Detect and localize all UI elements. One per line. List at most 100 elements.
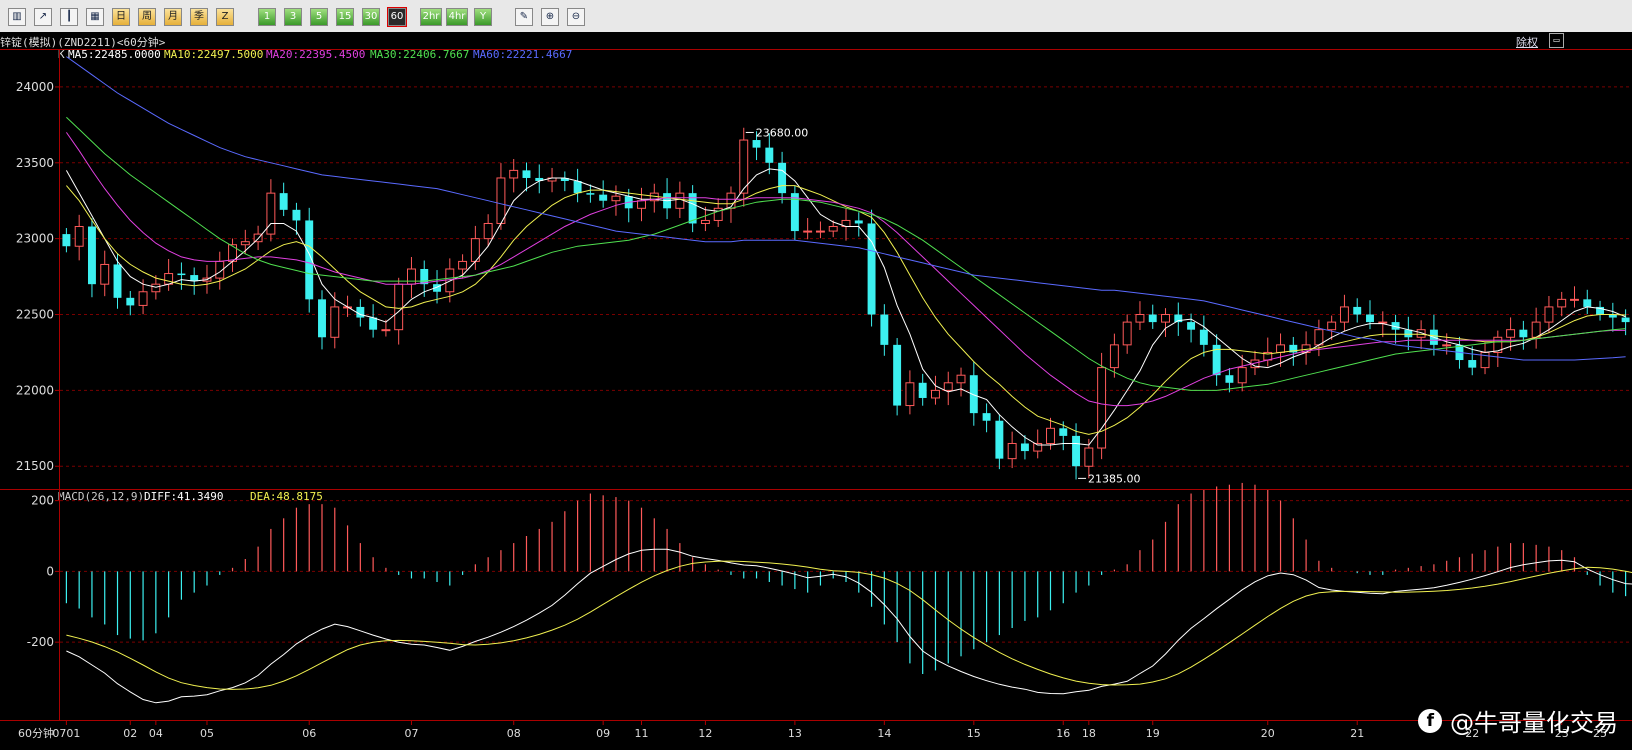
candle-body bbox=[1161, 314, 1170, 323]
candle-body bbox=[1084, 447, 1094, 467]
candle-body bbox=[228, 244, 237, 262]
candle-body bbox=[100, 263, 110, 285]
x-tick-label: 09 bbox=[596, 727, 610, 740]
candle-body bbox=[433, 284, 441, 292]
interval-button[interactable]: 30 bbox=[362, 8, 380, 26]
candle-body bbox=[1531, 321, 1541, 338]
x-tick-label: 08 bbox=[507, 727, 521, 740]
candle-body bbox=[624, 196, 633, 209]
candlestick-icon[interactable]: ┃ bbox=[60, 8, 78, 26]
candle-body bbox=[1391, 322, 1400, 330]
candle-body bbox=[1570, 298, 1579, 301]
candle-body bbox=[956, 374, 966, 384]
candle-body bbox=[279, 193, 288, 210]
candle-body bbox=[969, 375, 978, 414]
candle-body bbox=[394, 283, 404, 331]
candle-body bbox=[1174, 314, 1183, 323]
candle-body bbox=[918, 382, 927, 398]
candle-body bbox=[1237, 367, 1247, 384]
candle-body bbox=[867, 223, 876, 315]
candle-body bbox=[305, 220, 314, 300]
candle-body bbox=[522, 170, 531, 178]
dea-line bbox=[66, 560, 1632, 690]
ma-line-ma60 bbox=[66, 56, 1626, 361]
candle-body bbox=[1135, 314, 1145, 323]
candle-body bbox=[765, 147, 774, 163]
x-tick-label: 15 bbox=[967, 727, 981, 740]
candle-body bbox=[1429, 329, 1438, 345]
x-tick-label: 02 bbox=[123, 727, 137, 740]
ma-line-ma30 bbox=[66, 116, 1626, 391]
candle-body bbox=[1122, 321, 1132, 346]
period-button[interactable]: 季 bbox=[190, 8, 208, 26]
candle-body bbox=[113, 264, 122, 298]
candle-body bbox=[713, 207, 723, 221]
candle-body bbox=[1007, 442, 1017, 460]
bar-chart-icon[interactable]: ▥ bbox=[8, 8, 26, 26]
candle-body bbox=[253, 233, 263, 243]
candle-body bbox=[1301, 344, 1311, 353]
period-button[interactable]: 月 bbox=[164, 8, 182, 26]
x-tick-label: 11 bbox=[635, 727, 649, 740]
candle-body bbox=[803, 230, 813, 233]
x-tick-label: 0701 bbox=[52, 727, 80, 740]
line-chart-icon[interactable]: ↗ bbox=[34, 8, 52, 26]
candle-body bbox=[483, 222, 493, 240]
candle-body bbox=[509, 169, 519, 179]
candle-body bbox=[943, 382, 953, 391]
candle-body bbox=[1148, 314, 1157, 323]
candle-body bbox=[535, 177, 544, 181]
interval-button[interactable]: 5 bbox=[310, 8, 328, 26]
candle-body bbox=[1621, 317, 1630, 323]
candle-body bbox=[547, 177, 557, 182]
candle-body bbox=[1339, 306, 1349, 323]
calendar-icon[interactable]: ▦ bbox=[86, 8, 104, 26]
interval-button[interactable]: 3 bbox=[284, 8, 302, 26]
zoom-out-icon[interactable]: ⊖ bbox=[567, 8, 585, 26]
candle-body bbox=[381, 329, 391, 332]
candle-body bbox=[688, 193, 697, 224]
candle-body bbox=[470, 238, 480, 262]
y-tick-label: -200 bbox=[27, 635, 54, 649]
period-button[interactable]: 周 bbox=[138, 8, 156, 26]
candle-body bbox=[752, 140, 761, 148]
candle-body bbox=[1468, 360, 1477, 368]
candle-body bbox=[1366, 314, 1374, 323]
interval-button[interactable]: 15 bbox=[336, 8, 354, 26]
candle-body bbox=[1225, 375, 1234, 383]
x-tick-label: 06 bbox=[302, 727, 316, 740]
period-button[interactable]: Z bbox=[216, 8, 234, 26]
candle-body bbox=[1480, 351, 1490, 369]
candle-body bbox=[151, 283, 161, 293]
candle-body bbox=[815, 230, 825, 233]
candle-body bbox=[1187, 322, 1196, 330]
legend-ma10: MA10:22497.5000 bbox=[164, 48, 264, 61]
y-tick-label: 23000 bbox=[16, 232, 54, 246]
candle-body bbox=[1276, 344, 1285, 353]
candle-body bbox=[1250, 359, 1260, 369]
interval-button[interactable]: Y bbox=[474, 8, 492, 26]
interval-button[interactable]: 2hr bbox=[420, 8, 442, 26]
candle-body bbox=[1353, 306, 1362, 315]
candle-body bbox=[880, 314, 889, 345]
x-tick-label: 14 bbox=[877, 727, 891, 740]
edit-icon[interactable]: ✎ bbox=[515, 8, 533, 26]
candle-body bbox=[611, 195, 621, 202]
watermark-text: @牛哥量化交易 bbox=[1450, 709, 1618, 737]
zoom-in-icon[interactable]: ⊕ bbox=[541, 8, 559, 26]
y-tick-label: 23500 bbox=[16, 156, 54, 170]
candle-body bbox=[1059, 428, 1068, 436]
interval-button[interactable]: 4hr bbox=[446, 8, 468, 26]
adjust-button[interactable]: 除权 bbox=[1516, 34, 1538, 50]
collapse-icon[interactable]: ▭ bbox=[1549, 33, 1564, 48]
chart-canvas[interactable]: 24000 23500 23000 22500 22000 21500 200 0 -200 23… bbox=[0, 0, 1632, 750]
legend-ma20: MA20:22395.4500 bbox=[266, 48, 366, 61]
candle-body bbox=[1583, 299, 1592, 307]
period-button[interactable]: 日 bbox=[112, 8, 130, 26]
candle-body bbox=[164, 273, 174, 285]
candle-body bbox=[854, 220, 863, 224]
interval-button[interactable]: 60 bbox=[387, 7, 407, 27]
interval-button[interactable]: 1 bbox=[258, 8, 276, 26]
candle-body bbox=[700, 219, 710, 224]
candle-body bbox=[1072, 435, 1081, 467]
